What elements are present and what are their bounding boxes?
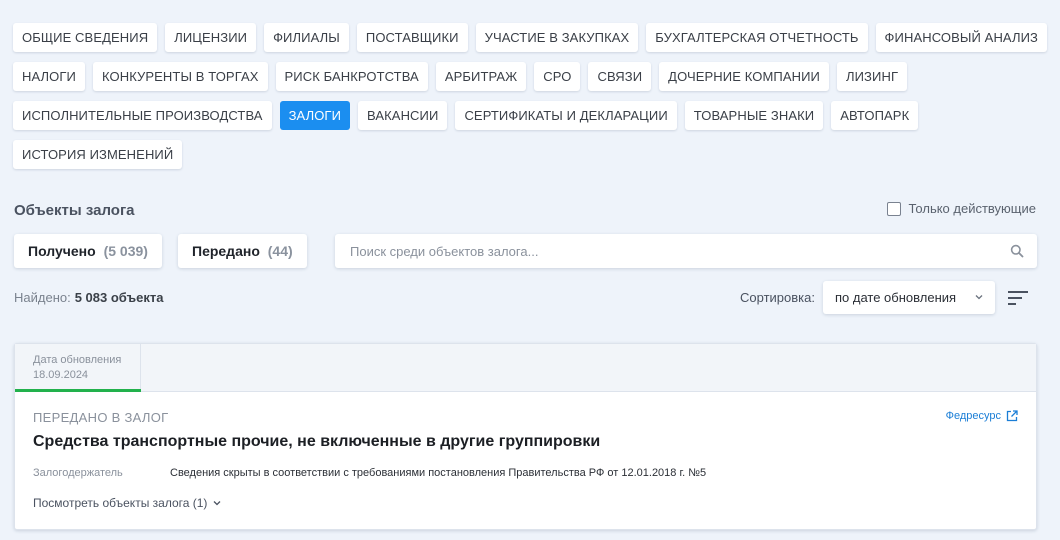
- tab-row-1: ОБЩИЕ СВЕДЕНИЯ ЛИЦЕНЗИИ ФИЛИАЛЫ ПОСТАВЩИ…: [13, 23, 1053, 53]
- tab-accounting-reports[interactable]: БУХГАЛТЕРСКАЯ ОТЧЕТНОСТЬ: [646, 23, 868, 52]
- pledge-status: ПЕРЕДАНО В ЗАЛОГ: [33, 410, 169, 425]
- section-tabs: ОБЩИЕ СВЕДЕНИЯ ЛИЦЕНЗИИ ФИЛИАЛЫ ПОСТАВЩИ…: [13, 23, 1053, 179]
- transferred-label: Передано: [192, 243, 260, 259]
- search-input[interactable]: [335, 234, 1005, 268]
- received-filter-button[interactable]: Получено (5 039): [14, 234, 162, 268]
- tab-suppliers[interactable]: ПОСТАВЩИКИ: [356, 23, 468, 52]
- card-header: Дата обновления 18.09.2024: [15, 344, 1036, 392]
- found-label: Найдено:: [14, 290, 71, 305]
- tab-row-4: ИСТОРИЯ ИЗМЕНЕНИЙ: [13, 140, 1053, 170]
- tab-vacancies[interactable]: ВАКАНСИИ: [358, 101, 448, 130]
- view-objects-label: Посмотреть объекты залога (1): [33, 496, 208, 510]
- only-active-checkbox[interactable]: [886, 201, 901, 216]
- transferred-count: (44): [267, 243, 293, 259]
- update-date-tab[interactable]: Дата обновления 18.09.2024: [15, 344, 141, 392]
- pledge-holder-label: Залогодержатель: [33, 467, 123, 479]
- update-date-value: 18.09.2024: [33, 369, 89, 381]
- results-count: Найдено: 5 083 объекта: [14, 290, 163, 305]
- tab-pledges[interactable]: ЗАЛОГИ: [279, 101, 351, 130]
- update-date-label: Дата обновления: [33, 354, 122, 366]
- tab-bankruptcy-risk[interactable]: РИСК БАНКРОТСТВА: [275, 62, 428, 91]
- sort-label: Сортировка:: [740, 290, 815, 305]
- sort-icon[interactable]: [1008, 290, 1028, 306]
- pledge-holder-value: Сведения скрыты в соответствии с требова…: [170, 467, 707, 479]
- fedresurs-link[interactable]: Федресурс: [946, 410, 1018, 422]
- chevron-down-icon: [213, 501, 221, 506]
- tab-taxes[interactable]: НАЛОГИ: [13, 62, 85, 91]
- tab-leasing[interactable]: ЛИЗИНГ: [836, 62, 908, 91]
- sort-select[interactable]: по дате обновления: [823, 281, 995, 314]
- tab-licenses[interactable]: ЛИЦЕНЗИИ: [165, 23, 257, 52]
- tab-row-3: ИСПОЛНИТЕЛЬНЫЕ ПРОИЗВОДСТВА ЗАЛОГИ ВАКАН…: [13, 101, 1053, 131]
- tab-procurement[interactable]: УЧАСТИЕ В ЗАКУПКАХ: [475, 23, 639, 52]
- search-icon[interactable]: [1010, 244, 1024, 258]
- found-value: 5 083 объекта: [74, 290, 164, 305]
- tab-general-info[interactable]: ОБЩИЕ СВЕДЕНИЯ: [13, 23, 158, 52]
- tab-connections[interactable]: СВЯЗИ: [588, 62, 652, 91]
- search-box: [335, 234, 1037, 268]
- tab-arbitration[interactable]: АРБИТРАЖ: [435, 62, 527, 91]
- tab-branches[interactable]: ФИЛИАЛЫ: [264, 23, 349, 52]
- only-active-toggle[interactable]: Только действующие: [886, 201, 1037, 216]
- tab-certificates[interactable]: СЕРТИФИКАТЫ И ДЕКЛАРАЦИИ: [455, 101, 677, 130]
- tab-vehicle-fleet[interactable]: АВТОПАРК: [831, 101, 919, 130]
- section-title: Объекты залога: [14, 202, 135, 219]
- pledge-card: Дата обновления 18.09.2024 ПЕРЕДАНО В ЗА…: [14, 343, 1037, 530]
- tab-change-history[interactable]: ИСТОРИЯ ИЗМЕНЕНИЙ: [13, 140, 183, 169]
- tab-financial-analysis[interactable]: ФИНАНСОВЫЙ АНАЛИЗ: [875, 23, 1048, 52]
- sort-selected-value: по дате обновления: [835, 290, 957, 305]
- external-link-icon: [1006, 410, 1018, 422]
- tab-competitors[interactable]: КОНКУРЕНТЫ В ТОРГАХ: [92, 62, 268, 91]
- tab-sro[interactable]: СРО: [534, 62, 581, 91]
- pledge-title: Средства транспортные прочие, не включен…: [33, 433, 601, 450]
- transferred-filter-button[interactable]: Передано (44): [178, 234, 307, 268]
- received-label: Получено: [28, 243, 96, 259]
- tab-enforcement[interactable]: ИСПОЛНИТЕЛЬНЫЕ ПРОИЗВОДСТВА: [13, 101, 272, 130]
- chevron-down-icon: [975, 295, 983, 300]
- fedresurs-label: Федресурс: [945, 410, 1001, 422]
- only-active-label: Только действующие: [908, 201, 1037, 216]
- received-count: (5 039): [103, 243, 148, 259]
- view-pledge-objects-button[interactable]: Посмотреть объекты залога (1): [33, 496, 221, 510]
- active-tab-indicator: [15, 389, 141, 392]
- tab-trademarks[interactable]: ТОВАРНЫЕ ЗНАКИ: [684, 101, 824, 130]
- tab-subsidiaries[interactable]: ДОЧЕРНИЕ КОМПАНИИ: [659, 62, 829, 91]
- tab-row-2: НАЛОГИ КОНКУРЕНТЫ В ТОРГАХ РИСК БАНКРОТС…: [13, 62, 1053, 92]
